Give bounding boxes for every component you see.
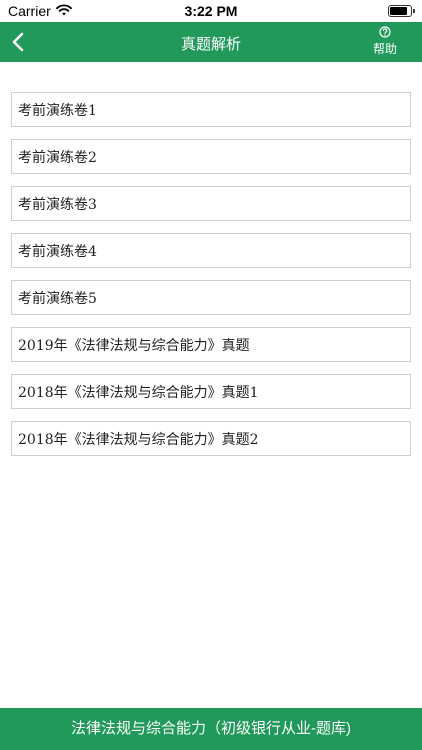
battery-icon [388,5,415,17]
page-title: 真题解析 [180,36,241,53]
exam-item[interactable]: 考前演练卷4 [11,233,411,268]
exam-item[interactable]: 考前演练卷1 [11,92,411,127]
exam-item[interactable]: 考前演练卷3 [11,186,411,221]
exam-item[interactable]: 2018年《法律法规与综合能力》真题1 [11,374,411,409]
exam-item[interactable]: 2019年《法律法规与综合能力》真题 [11,327,411,362]
battery-level [390,7,407,15]
exam-item[interactable]: 2018年《法律法规与综合能力》真题2 [11,421,411,456]
nav-bar: 真题解析 帮助 [0,22,422,62]
footer-label: 法律法规与综合能力（初级银行从业-题库) [71,720,351,737]
exam-list: 考前演练卷1 考前演练卷2 考前演练卷3 考前演练卷4 考前演练卷5 2019年… [11,92,411,468]
help-label: 帮助 [372,42,397,56]
status-time: 3:22 PM [184,3,238,19]
exam-item[interactable]: 考前演练卷2 [11,139,411,174]
question-circle-icon [368,26,402,38]
back-button[interactable] [4,22,40,62]
footer-bar[interactable]: 法律法规与综合能力（初级银行从业-题库) [0,708,422,750]
exam-item[interactable]: 考前演练卷5 [11,280,411,315]
status-bar: Carrier 3:22 PM [0,0,422,22]
help-button[interactable]: 帮助 [368,24,402,60]
